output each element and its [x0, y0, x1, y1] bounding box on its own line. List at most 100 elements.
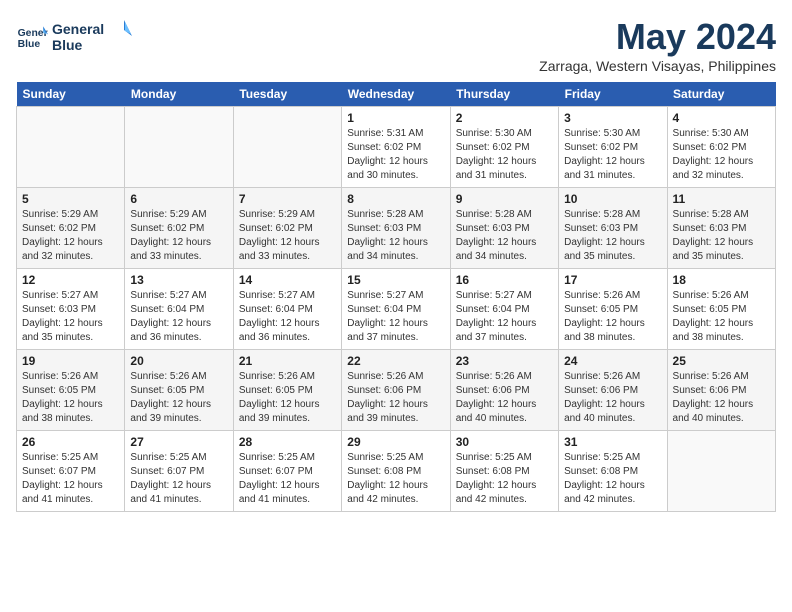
- calendar-cell: 8Sunrise: 5:28 AM Sunset: 6:03 PM Daylig…: [342, 188, 450, 269]
- calendar-cell: 4 Sunrise: 5:30 AM Sunset: 6:02 PM Daylig…: [667, 107, 775, 188]
- day-number: 21: [239, 354, 336, 368]
- weekday-header-monday: Monday: [125, 82, 233, 107]
- day-number: 16: [456, 273, 553, 287]
- calendar-week-row: 1 Sunrise: 5:31 AM Sunset: 6:02 PM Daylig…: [17, 107, 776, 188]
- day-number: 26: [22, 435, 119, 449]
- logo-icon: General Blue: [16, 20, 48, 52]
- calendar-week-row: 19Sunrise: 5:26 AM Sunset: 6:05 PM Dayli…: [17, 350, 776, 431]
- day-info: Sunrise: 5:28 AM Sunset: 6:03 PM Dayligh…: [347, 208, 444, 264]
- calendar-cell: 29 Sunrise: 5:25 AM Sunset: 6:08 PM Dayli…: [342, 431, 450, 512]
- weekday-header-wednesday: Wednesday: [342, 82, 450, 107]
- day-info: Sunrise: 5:26 AM Sunset: 6:05 PM Dayligh…: [239, 370, 336, 426]
- day-number: 15: [347, 273, 444, 287]
- calendar-cell: 27Sunrise: 5:25 AM Sunset: 6:07 PM Dayli…: [125, 431, 233, 512]
- day-number: 6: [130, 192, 227, 206]
- day-info: Sunrise: 5:30 AM Sunset: 6:02 PM Dayligh…: [673, 127, 770, 183]
- calendar-cell: 26 Sunrise: 5:25 AM Sunset: 6:07 PM Dayli…: [17, 431, 125, 512]
- calendar-header: SundayMondayTuesdayWednesdayThursdayFrid…: [17, 82, 776, 107]
- calendar-cell: 23Sunrise: 5:26 AM Sunset: 6:06 PM Dayli…: [450, 350, 558, 431]
- calendar-cell: [667, 431, 775, 512]
- calendar-cell: 20 Sunrise: 5:26 AM Sunset: 6:05 PM Dayli…: [125, 350, 233, 431]
- calendar-cell: 18Sunrise: 5:26 AM Sunset: 6:05 PM Dayli…: [667, 269, 775, 350]
- calendar-table: SundayMondayTuesdayWednesdayThursdayFrid…: [16, 82, 776, 512]
- calendar-cell: 13Sunrise: 5:27 AM Sunset: 6:04 PM Dayli…: [125, 269, 233, 350]
- day-number: 31: [564, 435, 661, 449]
- weekday-header-saturday: Saturday: [667, 82, 775, 107]
- calendar-cell: 21 Sunrise: 5:26 AM Sunset: 6:05 PM Dayli…: [233, 350, 341, 431]
- weekday-header-friday: Friday: [559, 82, 667, 107]
- day-info: Sunrise: 5:26 AM Sunset: 6:06 PM Dayligh…: [347, 370, 444, 426]
- calendar-week-row: 26 Sunrise: 5:25 AM Sunset: 6:07 PM Dayli…: [17, 431, 776, 512]
- day-number: 11: [673, 192, 770, 206]
- day-number: 17: [564, 273, 661, 287]
- day-number: 18: [673, 273, 770, 287]
- day-number: 20: [130, 354, 227, 368]
- calendar-cell: 5 Sunrise: 5:29 AM Sunset: 6:02 PM Daylig…: [17, 188, 125, 269]
- month-title: May 2024: [539, 16, 776, 58]
- day-info: Sunrise: 5:30 AM Sunset: 6:02 PM Dayligh…: [564, 127, 661, 183]
- day-info: Sunrise: 5:27 AM Sunset: 6:04 PM Dayligh…: [456, 289, 553, 345]
- day-number: 30: [456, 435, 553, 449]
- calendar-cell: 1 Sunrise: 5:31 AM Sunset: 6:02 PM Daylig…: [342, 107, 450, 188]
- calendar-cell: 30 Sunrise: 5:25 AM Sunset: 6:08 PM Dayli…: [450, 431, 558, 512]
- calendar-cell: 10Sunrise: 5:28 AM Sunset: 6:03 PM Dayli…: [559, 188, 667, 269]
- logo: General Blue General Blue General Blue: [16, 16, 132, 56]
- weekday-header-sunday: Sunday: [17, 82, 125, 107]
- day-info: Sunrise: 5:26 AM Sunset: 6:06 PM Dayligh…: [564, 370, 661, 426]
- title-block: May 2024 Zarraga, Western Visayas, Phili…: [539, 16, 776, 74]
- day-info: Sunrise: 5:29 AM Sunset: 6:02 PM Dayligh…: [239, 208, 336, 264]
- day-info: Sunrise: 5:27 AM Sunset: 6:04 PM Dayligh…: [347, 289, 444, 345]
- day-info: Sunrise: 5:27 AM Sunset: 6:03 PM Dayligh…: [22, 289, 119, 345]
- day-info: Sunrise: 5:25 AM Sunset: 6:08 PM Dayligh…: [456, 451, 553, 507]
- calendar-cell: 25Sunrise: 5:26 AM Sunset: 6:06 PM Dayli…: [667, 350, 775, 431]
- day-info: Sunrise: 5:26 AM Sunset: 6:06 PM Dayligh…: [673, 370, 770, 426]
- day-info: Sunrise: 5:27 AM Sunset: 6:04 PM Dayligh…: [130, 289, 227, 345]
- day-number: 9: [456, 192, 553, 206]
- svg-text:General: General: [52, 21, 104, 37]
- location-subtitle: Zarraga, Western Visayas, Philippines: [539, 58, 776, 74]
- day-number: 3: [564, 111, 661, 125]
- calendar-week-row: 5 Sunrise: 5:29 AM Sunset: 6:02 PM Daylig…: [17, 188, 776, 269]
- day-info: Sunrise: 5:26 AM Sunset: 6:05 PM Dayligh…: [130, 370, 227, 426]
- calendar-cell: 3 Sunrise: 5:30 AM Sunset: 6:02 PM Daylig…: [559, 107, 667, 188]
- day-info: Sunrise: 5:29 AM Sunset: 6:02 PM Dayligh…: [130, 208, 227, 264]
- day-number: 10: [564, 192, 661, 206]
- svg-text:Blue: Blue: [18, 39, 41, 50]
- day-number: 29: [347, 435, 444, 449]
- weekday-header-tuesday: Tuesday: [233, 82, 341, 107]
- calendar-cell: 14 Sunrise: 5:27 AM Sunset: 6:04 PM Dayli…: [233, 269, 341, 350]
- page-header: General Blue General Blue General Blue M…: [16, 16, 776, 74]
- day-number: 5: [22, 192, 119, 206]
- day-number: 27: [130, 435, 227, 449]
- calendar-body: 1 Sunrise: 5:31 AM Sunset: 6:02 PM Daylig…: [17, 107, 776, 512]
- weekday-header-thursday: Thursday: [450, 82, 558, 107]
- day-info: Sunrise: 5:30 AM Sunset: 6:02 PM Dayligh…: [456, 127, 553, 183]
- calendar-cell: 24 Sunrise: 5:26 AM Sunset: 6:06 PM Dayli…: [559, 350, 667, 431]
- day-info: Sunrise: 5:25 AM Sunset: 6:07 PM Dayligh…: [22, 451, 119, 507]
- day-number: 1: [347, 111, 444, 125]
- day-number: 12: [22, 273, 119, 287]
- day-info: Sunrise: 5:31 AM Sunset: 6:02 PM Dayligh…: [347, 127, 444, 183]
- day-info: Sunrise: 5:25 AM Sunset: 6:08 PM Dayligh…: [564, 451, 661, 507]
- day-info: Sunrise: 5:26 AM Sunset: 6:05 PM Dayligh…: [22, 370, 119, 426]
- calendar-cell: 6 Sunrise: 5:29 AM Sunset: 6:02 PM Daylig…: [125, 188, 233, 269]
- calendar-cell: 12 Sunrise: 5:27 AM Sunset: 6:03 PM Dayli…: [17, 269, 125, 350]
- logo-graphic: General Blue: [52, 16, 132, 56]
- day-number: 7: [239, 192, 336, 206]
- calendar-cell: 17Sunrise: 5:26 AM Sunset: 6:05 PM Dayli…: [559, 269, 667, 350]
- day-number: 14: [239, 273, 336, 287]
- day-number: 4: [673, 111, 770, 125]
- day-number: 22: [347, 354, 444, 368]
- calendar-week-row: 12 Sunrise: 5:27 AM Sunset: 6:03 PM Dayli…: [17, 269, 776, 350]
- day-info: Sunrise: 5:25 AM Sunset: 6:08 PM Dayligh…: [347, 451, 444, 507]
- calendar-cell: 22 Sunrise: 5:26 AM Sunset: 6:06 PM Dayli…: [342, 350, 450, 431]
- calendar-cell: [125, 107, 233, 188]
- day-info: Sunrise: 5:28 AM Sunset: 6:03 PM Dayligh…: [456, 208, 553, 264]
- day-info: Sunrise: 5:25 AM Sunset: 6:07 PM Dayligh…: [239, 451, 336, 507]
- day-info: Sunrise: 5:29 AM Sunset: 6:02 PM Dayligh…: [22, 208, 119, 264]
- day-info: Sunrise: 5:27 AM Sunset: 6:04 PM Dayligh…: [239, 289, 336, 345]
- day-number: 24: [564, 354, 661, 368]
- weekday-header-row: SundayMondayTuesdayWednesdayThursdayFrid…: [17, 82, 776, 107]
- day-number: 23: [456, 354, 553, 368]
- calendar-cell: [17, 107, 125, 188]
